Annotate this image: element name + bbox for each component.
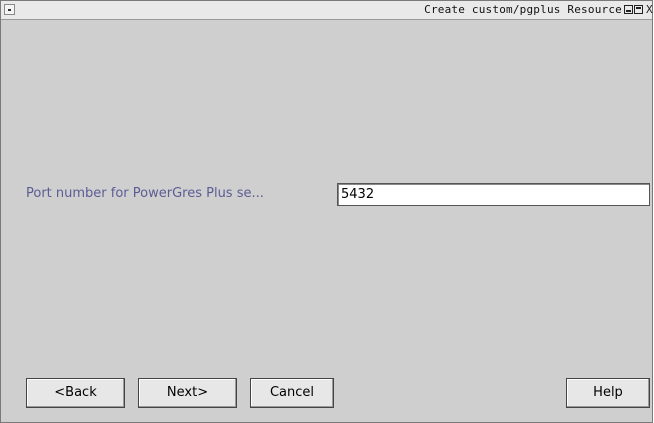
- resource-dialog-window: Create custom/pgplus Resource X Port num…: [0, 0, 653, 423]
- help-button[interactable]: Help: [566, 378, 650, 408]
- close-icon: X: [646, 5, 653, 14]
- window-menu-button[interactable]: [4, 4, 15, 15]
- window-title: Create custom/pgplus Resource: [424, 3, 622, 16]
- minimize-button[interactable]: [624, 5, 633, 14]
- maximize-button[interactable]: [634, 5, 643, 14]
- cancel-button[interactable]: Cancel: [250, 378, 334, 408]
- maximize-icon: [636, 7, 641, 12]
- port-number-input[interactable]: [337, 183, 650, 206]
- window-menu-icon: [8, 9, 11, 11]
- close-button[interactable]: X: [646, 5, 654, 14]
- minimize-icon: [626, 10, 631, 12]
- next-button[interactable]: Next>: [138, 378, 237, 408]
- port-number-label: Port number for PowerGres Plus se...: [26, 186, 264, 201]
- back-button[interactable]: <Back: [26, 378, 125, 408]
- title-bar[interactable]: Create custom/pgplus Resource X: [1, 1, 654, 20]
